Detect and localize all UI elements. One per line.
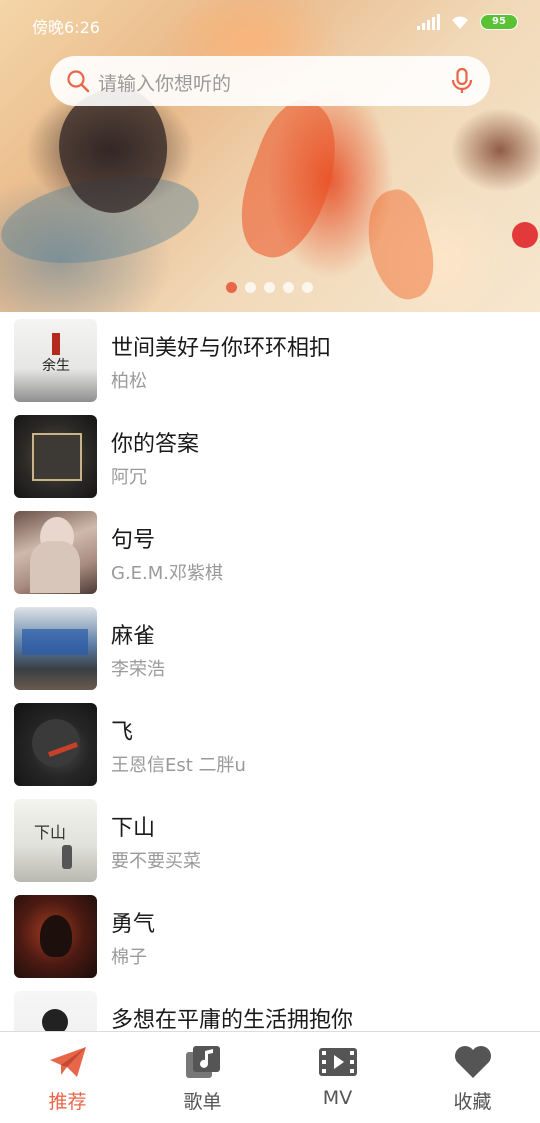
album-cover [14,511,97,594]
search-bar[interactable]: 请输入你想听的 [50,56,490,106]
song-artist: 李荣浩 [111,659,165,680]
banner-art [512,222,538,248]
heart-icon [454,1046,491,1078]
song-artist: 柏松 [111,371,147,392]
song-artist: 王恩信Est 二胖u [111,755,246,776]
banner-art [356,184,444,306]
tab-label: 推荐 [48,1091,87,1113]
song-artist: 棉子 [111,947,147,968]
paper-plane-icon [49,1047,86,1077]
album-cover: 下山 [14,799,97,882]
song-title: 你的答案 [111,432,200,457]
banner-carousel[interactable]: 傍晚6:26 95 请输入你想听的 [0,0,540,312]
song-title: 句号 [111,528,156,553]
banner-art [225,91,355,269]
search-input[interactable]: 请输入你想听的 [98,69,231,96]
song-title: 多想在平庸的生活拥抱你 [111,1008,354,1033]
tab-label: 收藏 [453,1091,492,1113]
album-cover [14,607,97,690]
song-list: 余生 世间美好与你环环相扣 柏松 你的答案 阿冗 句号 G.E.M.邓紫棋 麻雀… [0,316,540,1084]
microphone-icon[interactable] [448,67,476,95]
carousel-indicator [226,282,313,293]
status-bar: 傍晚6:26 95 [0,0,540,48]
album-cover [14,415,97,498]
wifi-icon [452,16,468,29]
tab-label: 歌单 [183,1091,222,1113]
signal-icon [417,14,440,30]
carousel-dot[interactable] [226,282,237,293]
tab-mv[interactable]: MV [270,1032,405,1123]
song-title: 勇气 [111,912,156,937]
song-list-item[interactable]: 你的答案 阿冗 [0,412,540,508]
album-cover [14,895,97,978]
battery-icon: 95 [480,14,518,30]
song-title: 下山 [111,816,156,841]
status-icons: 95 [417,14,518,30]
tab-recommend[interactable]: 推荐 [0,1032,135,1123]
carousel-dot[interactable] [245,282,256,293]
song-artist: 要不要买菜 [111,851,201,872]
film-icon [318,1048,357,1076]
carousel-dot[interactable] [264,282,275,293]
song-artist: 阿冗 [111,467,147,488]
music-note-icon [185,1046,220,1078]
album-cover: 余生 [14,319,97,402]
album-cover [14,703,97,786]
song-artist: G.E.M.邓紫棋 [111,563,224,584]
tab-favorites[interactable]: 收藏 [405,1032,540,1123]
carousel-dot[interactable] [302,282,313,293]
song-list-item[interactable]: 飞 王恩信Est 二胖u [0,700,540,796]
song-title: 麻雀 [111,624,156,649]
song-list-item[interactable]: 下山 下山 要不要买菜 [0,796,540,892]
song-list-item[interactable]: 句号 G.E.M.邓紫棋 [0,508,540,604]
song-list-item[interactable]: 勇气 棉子 [0,892,540,988]
tab-label: MV [322,1087,353,1109]
tab-playlist[interactable]: 歌单 [135,1032,270,1123]
song-list-item[interactable]: 麻雀 李荣浩 [0,604,540,700]
carousel-dot[interactable] [283,282,294,293]
bottom-nav: 推荐 歌单 MV 收藏 [0,1031,540,1123]
song-title: 飞 [111,720,134,745]
song-title: 世间美好与你环环相扣 [111,336,332,361]
status-time: 傍晚6:26 [32,18,100,37]
search-icon [67,70,90,93]
song-list-item[interactable]: 余生 世间美好与你环环相扣 柏松 [0,316,540,412]
